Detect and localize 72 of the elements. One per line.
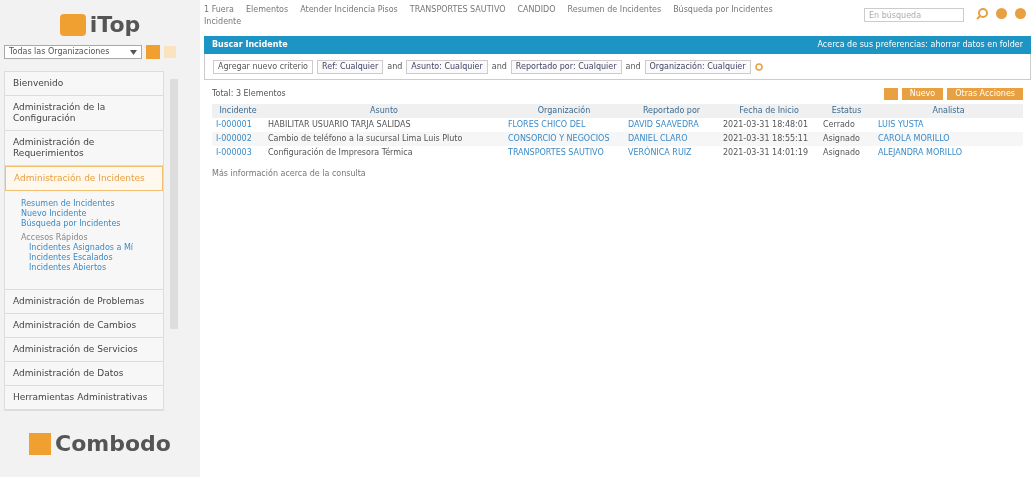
column-header[interactable]: Estatus	[819, 104, 874, 118]
table-cell: 2021-03-31 18:55:11	[719, 132, 819, 146]
table-cell[interactable]: I-000003	[212, 146, 264, 160]
refresh-icon[interactable]	[754, 62, 763, 71]
chevron-icon	[130, 49, 137, 55]
table-cell-text: 2021-03-31 18:48:01	[722, 119, 809, 131]
menu-item[interactable]: Bienvenido	[5, 72, 163, 96]
add-criterion-button[interactable]: Agregar nuevo criterio	[213, 59, 313, 74]
table-cell-text: Asignado	[822, 147, 861, 159]
logo-icon	[59, 13, 86, 36]
query-info-link[interactable]: Más información acerca de la consulta	[212, 168, 366, 180]
history-link[interactable]: Incidente	[204, 16, 242, 28]
submenu-link[interactable]: Resumen de Incidentes	[21, 199, 115, 209]
table-cell-text: Cerrado	[822, 119, 856, 131]
column-header[interactable]: Asunto	[264, 104, 504, 118]
table-cell[interactable]: TRANSPORTES SAUTIVO	[504, 146, 624, 160]
configure-button[interactable]	[883, 88, 898, 100]
submenu-link[interactable]: Incidentes Escalados	[29, 253, 113, 263]
operator-label: and	[491, 60, 507, 73]
submenu-link[interactable]: Incidentes Asignados a Mí	[29, 243, 134, 253]
organization-select[interactable]: Todas las Organizaciones	[4, 45, 142, 59]
panel-title: Buscar Incidente	[212, 39, 288, 51]
table-cell: Cambio de teléfono a la sucursal Lima Luis Pluto	[264, 132, 504, 146]
history-link[interactable]: 1 Fuera	[204, 4, 234, 16]
operator-label: and	[625, 60, 641, 73]
submenu-heading: Accesos Rápidos	[21, 233, 88, 243]
company-logo: Combodo	[55, 430, 171, 458]
table-cell-text: HABILITAR USUARIO TARJA SALIDAS	[267, 119, 412, 131]
app-logo: iTop	[89, 11, 141, 39]
total-count: Total: 3 Elementos	[212, 88, 286, 100]
table-cell: Asignado	[819, 132, 874, 146]
table-cell-text: 2021-03-31 14:01:19	[722, 147, 809, 159]
submenu-link[interactable]: Búsqueda por Incidentes	[21, 219, 121, 229]
table-cell-text: Configuración de Impresora Térmica	[267, 146, 414, 159]
column-header[interactable]: Incidente	[212, 104, 264, 118]
operator-label: and	[387, 60, 403, 73]
table-cell[interactable]: ALEJANDRA MORILLO	[874, 146, 1023, 160]
history-link[interactable]: Resumen de Incidentes	[567, 4, 662, 16]
criterion-pill[interactable]: Organización: Cualquier	[644, 59, 751, 74]
column-header[interactable]: Analista	[874, 104, 1023, 118]
table-cell[interactable]: DANIEL CLARO	[624, 132, 719, 146]
column-header[interactable]: Reportado por	[624, 104, 719, 118]
column-header[interactable]: Fecha de Inicio	[719, 104, 819, 118]
search-icon[interactable]	[976, 8, 988, 20]
menu-item[interactable]: Herramientas Administrativas	[5, 386, 163, 410]
criterion-pill[interactable]: Ref: Cualquier	[317, 59, 384, 74]
table-cell[interactable]: FLORES CHICO DEL	[504, 118, 624, 132]
history-link[interactable]: CANDIDO	[517, 4, 556, 16]
table-cell[interactable]: I-000001	[212, 118, 264, 132]
column-header[interactable]: Organización	[504, 104, 624, 118]
submenu-link[interactable]: Incidentes Abiertos	[29, 263, 107, 273]
table-cell[interactable]: LUIS YUSTA	[874, 118, 1023, 132]
criterion-pill[interactable]: Asunto: Cualquier	[406, 59, 488, 74]
table-cell[interactable]: I-000002	[212, 132, 264, 146]
menu-item[interactable]: Administración de Servicios	[5, 338, 163, 362]
table-cell[interactable]: DAVID SAAVEDRA	[624, 118, 719, 132]
table-cell[interactable]: VERÓNICA RUIZ	[624, 146, 719, 160]
table-cell[interactable]: CAROLA MORILLO	[874, 132, 1023, 146]
menu-item[interactable]: Administración de Cambios	[5, 314, 163, 338]
table-cell[interactable]: CONSORCIO Y NEGOCIOS	[504, 132, 624, 146]
menu-item[interactable]: Administración de Problemas	[5, 290, 163, 314]
logo-icon	[29, 432, 52, 455]
preferences-link[interactable]: Acerca de sus preferencias: ahorrar datos en folder	[817, 39, 1023, 51]
search-field[interactable]: En búsqueda	[864, 8, 964, 22]
criterion-pill[interactable]: Reportado por: Cualquier	[510, 59, 622, 74]
menu-item[interactable]: Administración de la Configuración	[5, 96, 163, 131]
menu-item[interactable]: Administración de Datos	[5, 362, 163, 386]
history-link[interactable]: Atender Incidencia Pisos	[300, 4, 398, 16]
history-link[interactable]: Búsqueda por Incidentes	[673, 4, 773, 16]
submenu-link[interactable]: Nuevo Incidente	[21, 209, 87, 219]
history-link[interactable]: Elementos	[246, 4, 289, 16]
history-link[interactable]: TRANSPORTES SAUTIVO	[409, 4, 506, 16]
